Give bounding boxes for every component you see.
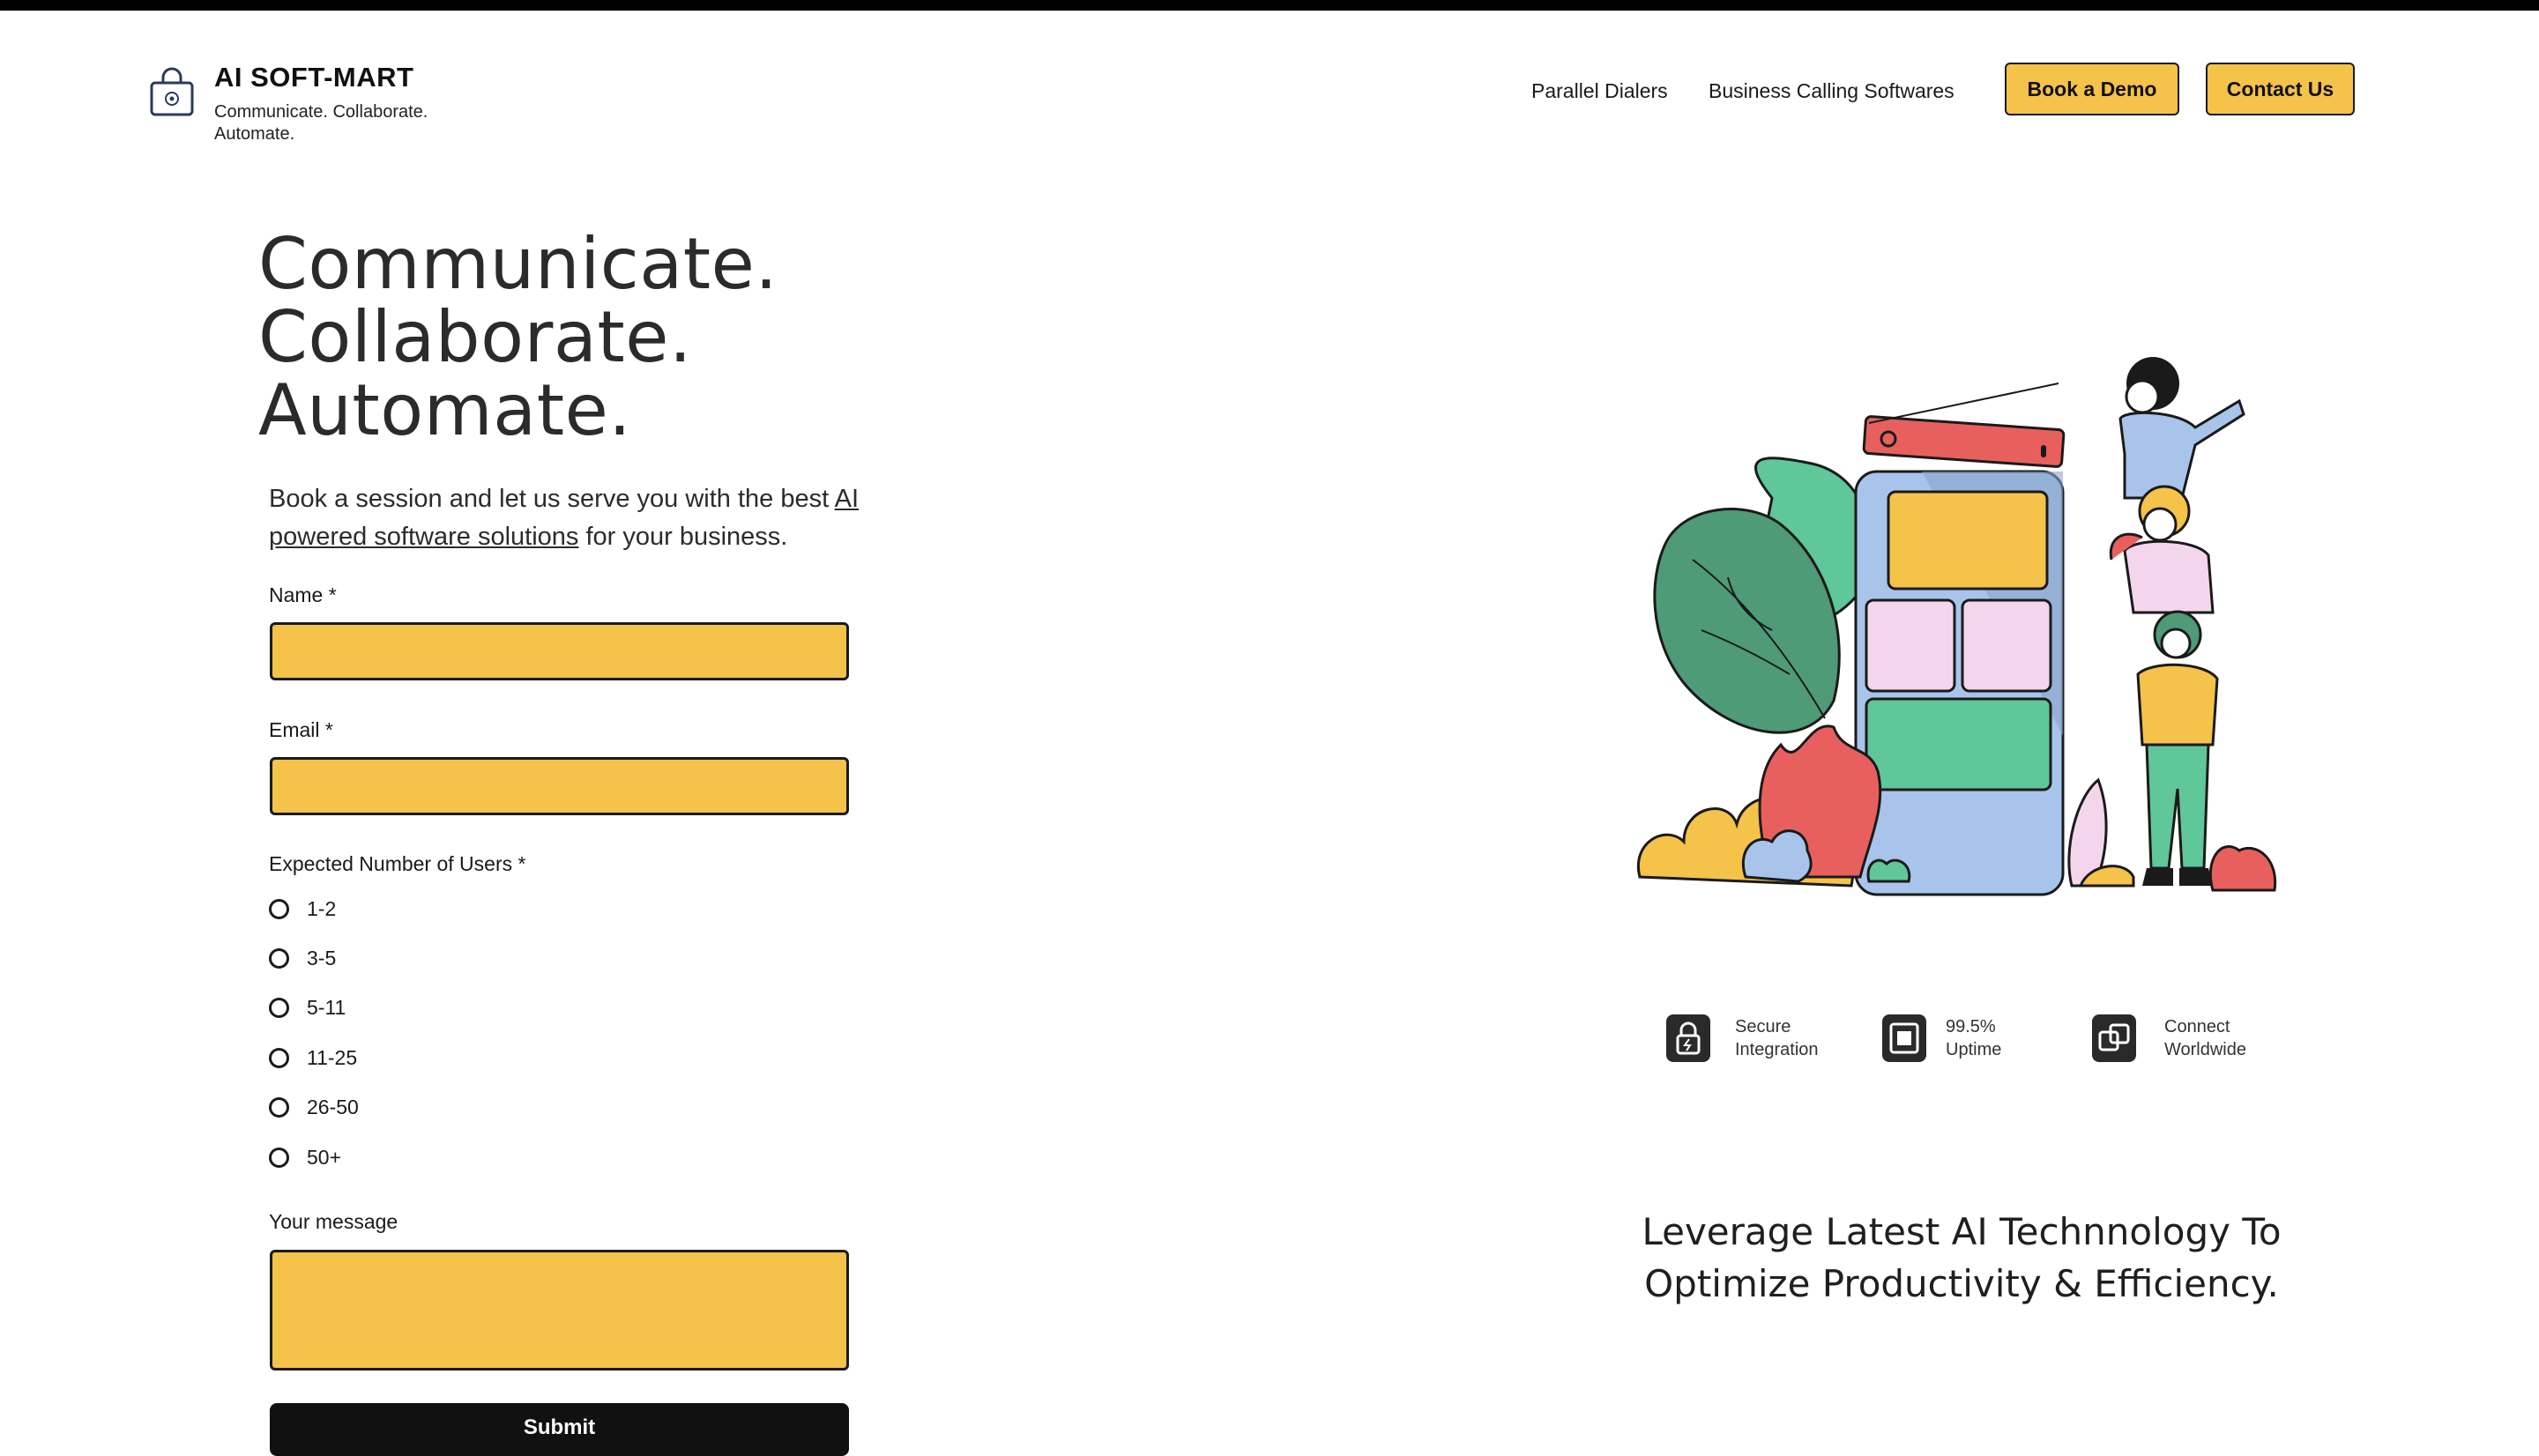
lock-icon (1666, 1014, 1710, 1062)
users-option-3-5[interactable]: 3-5 (269, 943, 336, 973)
contact-us-button[interactable]: Contact Us (2206, 63, 2355, 115)
radio-label: 11-25 (307, 1045, 358, 1069)
brand-name[interactable]: AI SOFT-MART (214, 62, 413, 93)
intro-text-end: for your business. (578, 523, 788, 551)
radio-label: 26-50 (307, 1095, 359, 1118)
users-label: Expected Number of Users * (269, 852, 526, 875)
top-border-bar (0, 0, 2539, 11)
hero-title-line: Communicate. (258, 223, 778, 305)
name-label: Name * (269, 583, 337, 606)
radio-button[interactable] (269, 1047, 289, 1068)
radio-button[interactable] (269, 898, 289, 919)
users-option-50-plus[interactable]: 50+ (269, 1142, 341, 1172)
radio-label: 1-2 (307, 896, 337, 920)
users-option-1-2[interactable]: 1-2 (269, 894, 336, 924)
message-label: Your message (269, 1210, 398, 1233)
intro-text: Book a session and let us serve you with… (269, 485, 835, 513)
radio-button[interactable] (269, 997, 289, 1018)
submit-button[interactable]: Submit (270, 1403, 849, 1456)
feature-label: Secure Integration (1735, 1017, 1819, 1059)
tagline: Leverage Latest AI Technnology To Optimi… (1642, 1210, 2282, 1305)
radio-button[interactable] (269, 947, 289, 969)
radio-label: 50+ (307, 1145, 342, 1169)
users-option-26-50[interactable]: 26-50 (269, 1092, 359, 1122)
users-option-5-11[interactable]: 5-11 (269, 992, 346, 1022)
radio-label: 3-5 (307, 946, 337, 969)
feature-connect-worldwide: Connect Worldwide (2092, 1012, 2270, 1065)
radio-label: 5-11 (307, 995, 346, 1019)
feature-secure-integration: Secure Integration (1666, 1012, 1841, 1065)
radio-button[interactable] (269, 1147, 289, 1168)
message-textarea[interactable] (270, 1250, 849, 1371)
feature-label: Connect Worldwide (2164, 1017, 2246, 1059)
book-demo-button[interactable]: Book a Demo (2005, 63, 2179, 115)
email-input[interactable] (270, 757, 849, 815)
feature-uptime: 99.5% Uptime (1882, 1012, 2051, 1065)
nav-link-business-calling[interactable]: Business Calling Softwares (1709, 79, 1955, 103)
radio-button[interactable] (269, 1096, 289, 1118)
feature-label: 99.5% Uptime (1946, 1017, 2002, 1059)
name-input[interactable] (270, 622, 849, 680)
hero-title-line: Automate. (258, 369, 632, 451)
shopping-bag-logo-icon[interactable] (148, 65, 196, 118)
team-collaboration-illustration (1636, 357, 2277, 896)
intro-paragraph: Book a session and let us serve you with… (269, 480, 904, 556)
email-label: Email * (269, 718, 333, 741)
hero-title: Communicate. Collaborate. Automate. (258, 227, 778, 447)
brand-tagline: Communicate. Collaborate. Automate. (214, 102, 428, 144)
nav-link-parallel-dialers[interactable]: Parallel Dialers (1531, 79, 1668, 103)
users-option-11-25[interactable]: 11-25 (269, 1043, 357, 1073)
link-squares-icon (2092, 1014, 2136, 1062)
hero-title-line: Collaborate. (258, 296, 692, 378)
uptime-square-icon (1882, 1014, 1926, 1062)
